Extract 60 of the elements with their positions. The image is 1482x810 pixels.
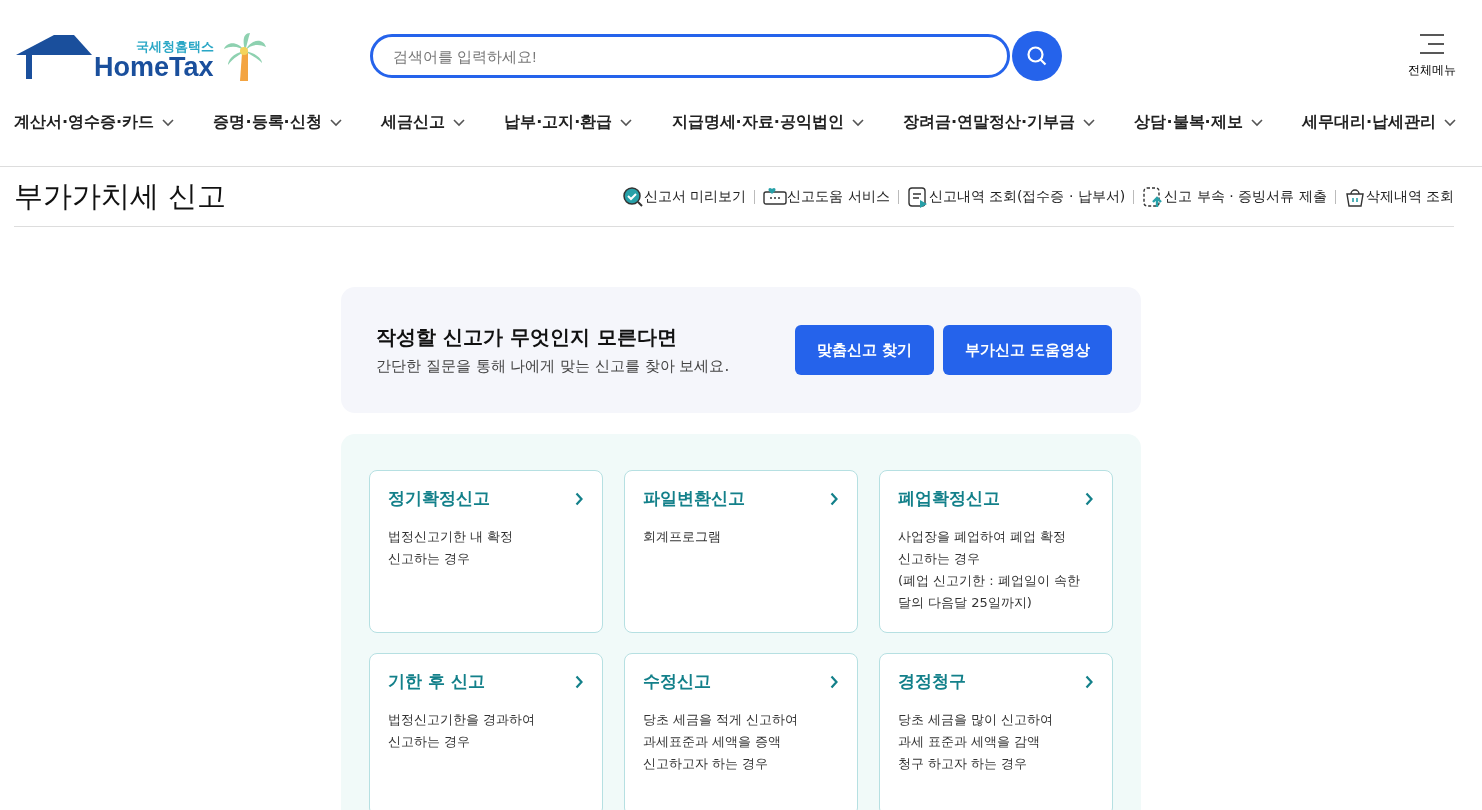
- nav-menu-item[interactable]: 납부·고지·환급: [504, 112, 633, 133]
- card-title[interactable]: 파일변환신고: [643, 487, 745, 510]
- document-list-icon: [906, 185, 929, 208]
- nav-menu-item[interactable]: 지급명세·자료·공익법인: [671, 112, 864, 133]
- card-description: 회계프로그램: [643, 528, 722, 546]
- quick-link[interactable]: 신고도움 서비스: [787, 187, 890, 206]
- filing-card[interactable]: 경정청구 당초 세금을 많이 신고하여 과세 표준과 세액을 감액 청구 하고자 하는 경우: [879, 653, 1113, 810]
- all-menu-button[interactable]: 전체메뉴: [1408, 33, 1456, 79]
- card-description: 법정신고기한 내 확정 신고하는 경우: [388, 528, 515, 568]
- logo-subtitle: 국세청홈택스: [135, 39, 214, 53]
- chevron-down-icon: [851, 118, 864, 127]
- card-title[interactable]: 경정청구: [898, 670, 966, 693]
- monitor-heart-icon: [763, 186, 788, 207]
- filing-card[interactable]: 파일변환신고 회계프로그램: [624, 470, 858, 633]
- guide-button[interactable]: 부가신고 도움영상: [942, 325, 1112, 375]
- page-title: 부가가치세 신고: [14, 177, 227, 215]
- nav-menu-item[interactable]: 상담·불복·제보: [1134, 112, 1263, 133]
- chevron-down-icon: [162, 118, 175, 127]
- guide-button[interactable]: 맞춤신고 찾기: [794, 325, 934, 375]
- chevron-right-icon[interactable]: [575, 674, 584, 689]
- chevron-down-icon: [452, 118, 465, 127]
- guide-heading: 작성할 신고가 무엇인지 모른다면: [376, 324, 678, 351]
- search-field[interactable]: 검색어를 입력하세요!: [370, 34, 1010, 78]
- chevron-down-icon: [620, 118, 633, 127]
- chevron-right-icon[interactable]: [1085, 491, 1094, 506]
- card-description: 사업장을 폐업하여 폐업 확정 신고하는 경우 (폐업 신고기한 : 폐업일이 속한 달의 다음달 25일까지): [898, 528, 1081, 612]
- chevron-down-icon: [1083, 118, 1096, 127]
- palm-tree-icon: [221, 31, 268, 81]
- magnifier-check-icon: [621, 185, 644, 208]
- nav-menu-item[interactable]: 장려금·연말정산·기부금: [903, 112, 1096, 133]
- nav-menu-item[interactable]: 계산서·영수증·카드: [14, 112, 175, 133]
- card-description: 당초 세금을 많이 신고하여 과세 표준과 세액을 감액 청구 하고자 하는 경우: [898, 711, 1055, 773]
- nav-menu-item[interactable]: 세금신고: [380, 112, 465, 133]
- nav-menu-item[interactable]: 세무대리·납세관리: [1301, 112, 1456, 133]
- card-title[interactable]: 정기확정신고: [388, 487, 490, 510]
- search-button[interactable]: [1012, 31, 1062, 81]
- filing-card[interactable]: 기한 후 신고 법정신고기한을 경과하여 신고하는 경우: [369, 653, 603, 810]
- card-description: 법정신고기한을 경과하여 신고하는 경우: [388, 711, 537, 751]
- chevron-down-icon: [1250, 118, 1263, 127]
- card-title[interactable]: 폐업확정신고: [898, 487, 1000, 510]
- filing-card[interactable]: 수정신고 당초 세금을 적게 신고하여 과세표준과 세액을 증액 신고하고자 하는 경우: [624, 653, 858, 810]
- quick-link[interactable]: 삭제내역 조회: [1365, 187, 1454, 206]
- chevron-right-icon[interactable]: [575, 491, 584, 506]
- chevron-down-icon: [1444, 118, 1456, 127]
- search-icon: [1026, 45, 1048, 67]
- filing-card[interactable]: 폐업확정신고 사업장을 폐업하여 폐업 확정 신고하는 경우 (폐업 신고기한 : 폐업일이 속한 달의 다음달 25일까지): [879, 470, 1113, 633]
- filing-card[interactable]: 정기확정신고 법정신고기한 내 확정 신고하는 경우: [369, 470, 603, 633]
- card-title[interactable]: 기한 후 신고: [388, 670, 485, 693]
- guide-text: 간단한 질문을 통해 나에게 맞는 신고를 찾아 보세요.: [376, 357, 730, 376]
- card-description: 당초 세금을 적게 신고하여 과세표준과 세액을 증액 신고하고자 하는 경우: [643, 711, 800, 773]
- quick-link[interactable]: 신고서 미리보기: [643, 187, 747, 206]
- chevron-down-icon: [329, 118, 342, 127]
- chevron-right-icon[interactable]: [830, 491, 839, 506]
- quick-link[interactable]: 신고내역 조회(접수증 · 납부서): [928, 187, 1126, 206]
- nav-menu-item[interactable]: 증명·등록·신청: [213, 112, 342, 133]
- chevron-right-icon[interactable]: [1085, 674, 1094, 689]
- chevron-right-icon[interactable]: [830, 674, 839, 689]
- quick-link[interactable]: 신고 부속 · 증빙서류 제출: [1164, 187, 1327, 206]
- card-title[interactable]: 수정신고: [643, 670, 711, 693]
- menu-icon: [1419, 33, 1445, 54]
